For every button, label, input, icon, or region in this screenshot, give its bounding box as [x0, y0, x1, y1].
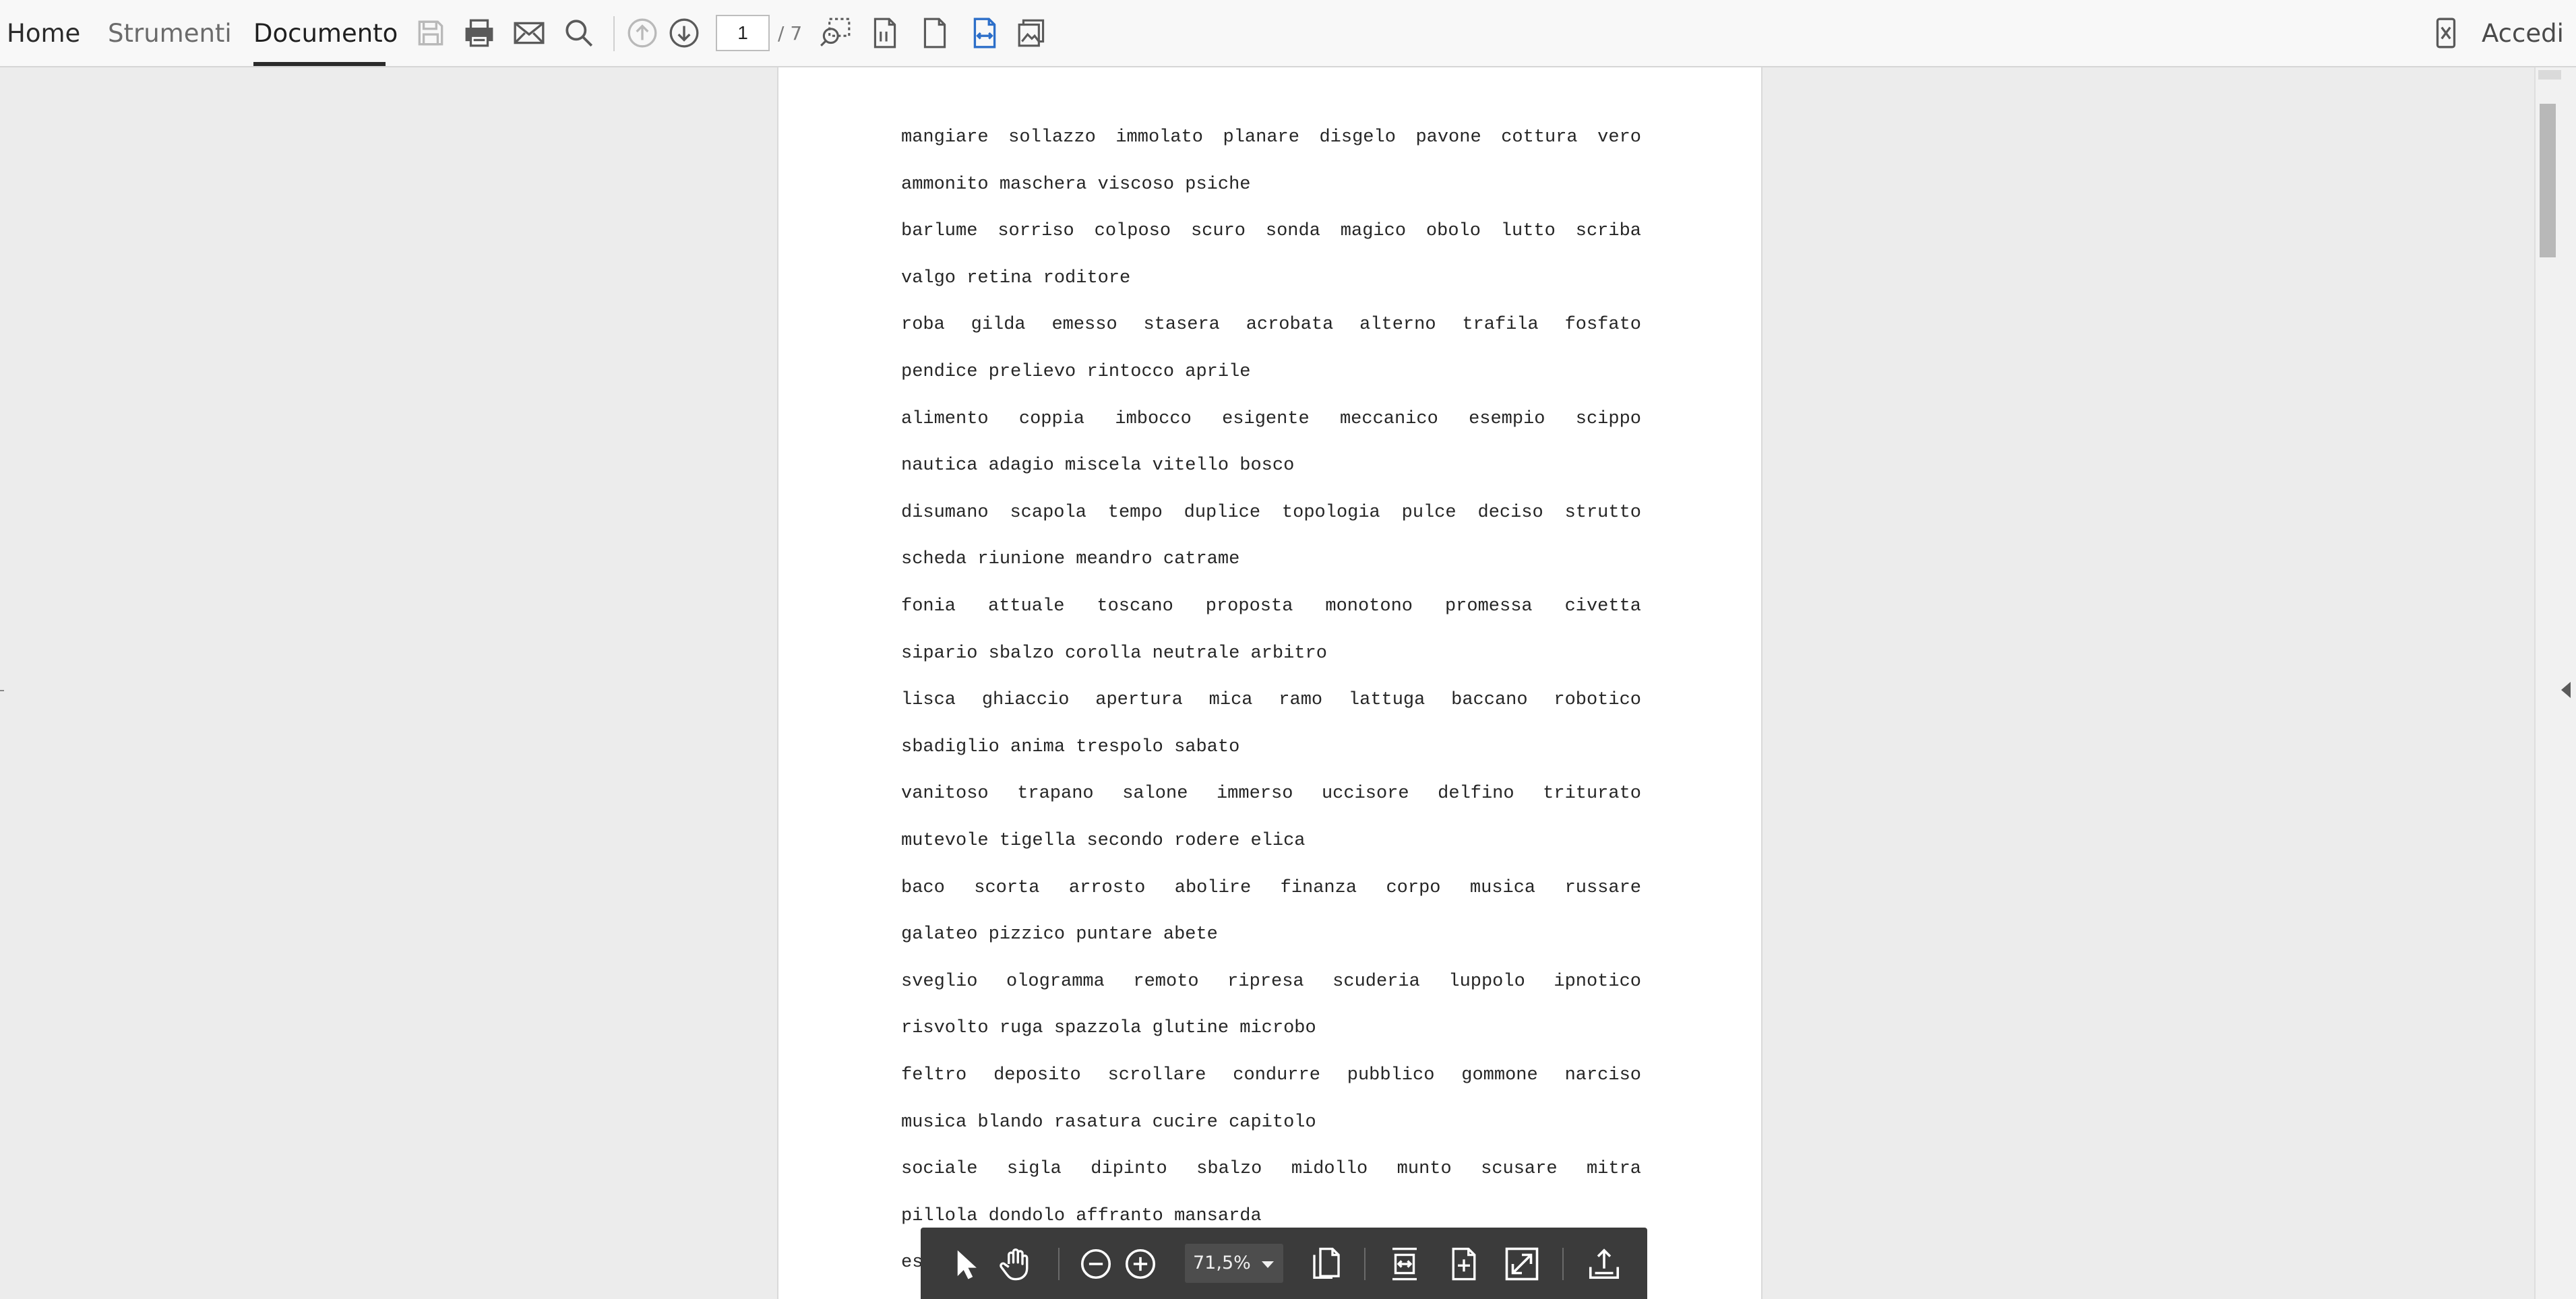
search-icon[interactable] — [561, 15, 597, 51]
document-viewport[interactable]: mangiare sollazzo immolato planare disge… — [0, 67, 2534, 1299]
page-number-input[interactable]: 1 — [716, 15, 770, 51]
select-cursor-icon[interactable] — [945, 1244, 985, 1284]
document-text-line: baco scorta arrosto abolire finanza corp… — [901, 878, 1641, 898]
fit-page-icon[interactable] — [1384, 1244, 1425, 1284]
document-text-line: fonia attuale toscano proposta monotono … — [901, 596, 1641, 616]
floating-page-toolbar: 71,5% — [921, 1228, 1647, 1299]
scrollbar-thumb[interactable] — [2540, 104, 2556, 257]
full-screen-icon[interactable] — [1502, 1244, 1542, 1284]
document-text-line: roba gilda emesso stasera acrobata alter… — [901, 315, 1641, 335]
document-text-line: nautica adagio miscela vitello bosco — [901, 455, 1295, 476]
fit-visible-icon[interactable] — [1444, 1244, 1484, 1284]
rotate-page-icon[interactable] — [1306, 1244, 1347, 1284]
tab-tools[interactable]: Strumenti — [108, 18, 232, 50]
document-text-line: alimento coppia imbocco esigente meccani… — [901, 409, 1641, 429]
image-pdf-icon[interactable] — [1015, 15, 1051, 51]
top-toolbar: Home Strumenti Documento 1 / 7 Accedi — [0, 0, 2576, 67]
document-text-line: sociale sigla dipinto sbalzo midollo mun… — [901, 1159, 1641, 1179]
document-text-line: mangiare sollazzo immolato planare disge… — [901, 127, 1641, 148]
document-text-line: sveglio ologramma remoto ripresa scuderi… — [901, 972, 1641, 992]
document-text-line: pillola dondolo affranto mansarda — [901, 1206, 1262, 1226]
print-icon[interactable] — [461, 15, 497, 51]
share-upload-icon[interactable] — [1584, 1244, 1624, 1284]
document-text-line: pendice prelievo rintocco aprile — [901, 362, 1251, 382]
save-icon[interactable] — [412, 15, 449, 51]
document-text-line: sbadiglio anima trespolo sabato — [901, 737, 1240, 757]
active-tab-indicator — [253, 62, 386, 66]
scroll-up-button[interactable] — [2538, 70, 2561, 80]
tab-home[interactable]: Home — [7, 18, 80, 50]
floating-toolbar-separator — [1058, 1248, 1060, 1280]
app-window: Home Strumenti Documento 1 / 7 Accedi ma… — [0, 0, 2576, 1299]
single-page-icon[interactable] — [917, 15, 953, 51]
document-text-line: disumano scapola tempo duplice topologia… — [901, 503, 1641, 523]
right-pane-toggle-icon[interactable] — [2561, 682, 2571, 698]
document-text-line: vanitoso trapano salone immerso uccisore… — [901, 784, 1641, 804]
toolbar-separator — [613, 16, 615, 51]
email-icon[interactable] — [511, 15, 547, 51]
document-text-line: musica blando rasatura cucire capitolo — [901, 1112, 1316, 1133]
document-text-line: galateo pizzico puntare abete — [901, 924, 1218, 945]
document-text-line: risvolto ruga spazzola glutine microbo — [901, 1018, 1316, 1038]
document-text-line: lisca ghiaccio apertura mica ramo lattug… — [901, 690, 1641, 710]
document-text-line: feltro deposito scrollare condurre pubbl… — [901, 1065, 1641, 1085]
document-text-line: scheda riunione meandro catrame — [901, 549, 1240, 569]
fit-width-icon[interactable] — [967, 15, 1003, 51]
page-total: / 7 — [778, 22, 803, 44]
next-page-icon[interactable] — [666, 15, 702, 51]
floating-toolbar-separator — [1364, 1248, 1366, 1280]
document-text-line: sipario sbalzo corolla neutrale arbitro — [901, 643, 1327, 664]
left-pane-handle[interactable] — [0, 690, 4, 691]
sign-in-link[interactable]: Accedi — [2482, 18, 2564, 50]
page-display-icon[interactable] — [867, 15, 903, 51]
document-text-line: valgo retina roditore — [901, 268, 1131, 288]
document-text-line: ammonito maschera viscoso psiche — [901, 175, 1251, 195]
document-text-line: barlume sorriso colposo scuro sonda magi… — [901, 221, 1641, 241]
mobile-link-icon[interactable] — [2428, 15, 2464, 51]
hand-tool-icon[interactable] — [996, 1244, 1037, 1284]
zoom-level-dropdown[interactable]: 71,5% — [1185, 1244, 1283, 1283]
zoom-out-icon[interactable] — [1076, 1244, 1116, 1284]
zoom-marquee-icon[interactable] — [817, 15, 853, 51]
floating-toolbar-separator — [1562, 1248, 1564, 1280]
previous-page-icon[interactable] — [624, 15, 661, 51]
document-text-line: mutevole tigella secondo rodere elica — [901, 831, 1306, 851]
document-page: mangiare sollazzo immolato planare disge… — [777, 67, 1762, 1299]
tab-document[interactable]: Documento — [253, 18, 398, 50]
zoom-in-icon[interactable] — [1120, 1244, 1161, 1284]
zoom-value: 71,5% — [1193, 1253, 1251, 1273]
chevron-down-icon — [1262, 1261, 1274, 1268]
